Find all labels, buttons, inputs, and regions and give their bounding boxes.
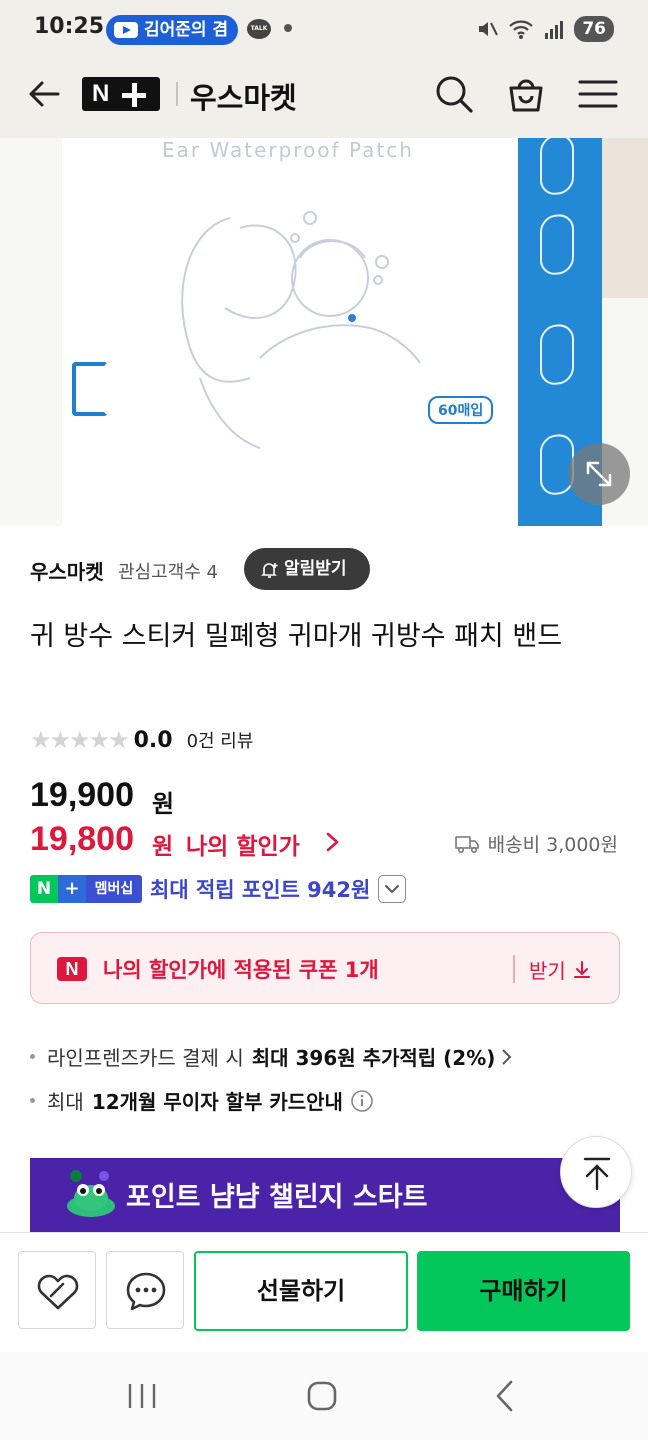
card-benefit-prefix: 라인프렌즈카드 결제 시 — [47, 1046, 244, 1070]
review-count[interactable]: 0건 리뷰 — [187, 727, 254, 753]
menu-icon[interactable] — [576, 72, 620, 116]
image-background — [598, 138, 648, 298]
feature-icon — [540, 138, 574, 197]
system-navigation-bar — [0, 1352, 648, 1440]
heart-link-icon — [37, 1274, 79, 1310]
notification-pill[interactable]: 김어준의 겸 — [106, 15, 238, 45]
naver-plus-logo[interactable]: N — [82, 77, 160, 111]
bottom-action-bar: 선물하기 구매하기 — [0, 1232, 648, 1352]
chevron-right-icon[interactable] — [322, 831, 342, 853]
kc-mark-icon — [72, 362, 108, 416]
arrow-up-icon — [583, 1157, 611, 1191]
sale-price: 19,800 — [30, 820, 134, 858]
points-expand-toggle[interactable] — [378, 875, 407, 903]
badge-n: N — [30, 875, 58, 903]
notification-pill-label: 김어준의 겸 — [144, 20, 229, 40]
logo-n: N — [92, 80, 110, 107]
recent-apps-icon[interactable] — [122, 1378, 162, 1414]
card-benefit-line[interactable]: 라인프렌즈카드 결제 시 최대 396원 추가적립 (2%) — [30, 1042, 515, 1071]
coupon-receive-label: 받기 — [529, 959, 566, 983]
max-points-text: 최대 적립 포인트 942원 — [150, 878, 371, 902]
installment-prefix: 최대 — [47, 1090, 84, 1114]
expand-image-button[interactable] — [568, 443, 630, 505]
truck-icon — [454, 835, 479, 853]
product-image[interactable]: Ear Waterproof Patch 60매입 — [0, 138, 648, 526]
naver-plus-membership-badge: N + 멤버십 — [30, 875, 142, 903]
alarm-subscribe-button[interactable]: 알림받기 — [244, 548, 370, 590]
header-divider — [176, 82, 178, 106]
coupon-receive-button[interactable]: 받기 — [529, 955, 592, 984]
info-icon[interactable] — [349, 1088, 375, 1114]
wifi-icon — [509, 20, 534, 39]
expand-icon — [586, 461, 612, 487]
rating-score: 0.0 — [133, 727, 173, 753]
coupon-divider — [513, 955, 515, 983]
bullet — [30, 1054, 35, 1059]
status-icons: 76 — [476, 14, 614, 44]
youtube-icon — [114, 22, 138, 38]
feature-icon — [540, 323, 574, 387]
wishlist-button[interactable] — [18, 1251, 96, 1329]
download-icon — [573, 960, 590, 978]
seller-name[interactable]: 우스마켓 — [30, 556, 104, 585]
more-notifications-dot — [284, 24, 292, 32]
shipping-fee-label: 배송비 3,000원 — [487, 834, 618, 856]
sale-price-unit: 원 — [152, 834, 174, 860]
installment-highlight: 12개월 무이자 할부 카드안내 — [91, 1090, 343, 1114]
mute-icon — [479, 22, 499, 36]
follower-count: 관심고객수 4 — [118, 562, 218, 583]
installment-benefit-line[interactable]: 최대 12개월 무이자 할부 카드안내 — [30, 1086, 375, 1115]
chevron-down-icon — [385, 885, 400, 894]
my-discount-link[interactable]: 나의 할인가 — [186, 827, 300, 861]
shopping-bag-icon[interactable] — [504, 72, 548, 116]
rating-row[interactable]: ★★★★★ 0.0 0건 리뷰 — [30, 725, 253, 755]
scroll-to-top-button[interactable] — [560, 1136, 632, 1208]
card-benefit-highlight: 최대 396원 추가적립 (2%) — [251, 1046, 496, 1070]
original-price-unit: 원 — [152, 790, 175, 818]
store-name[interactable]: 우스마켓 — [190, 75, 297, 117]
bell-plus-icon — [261, 563, 278, 578]
chevron-right-icon — [502, 1048, 512, 1065]
shipping-fee: 배송비 3,000원 — [454, 830, 618, 857]
home-icon[interactable] — [302, 1378, 342, 1414]
star-rating-icon: ★★★★★ — [30, 726, 130, 754]
gift-button[interactable]: 선물하기 — [194, 1251, 408, 1331]
back-nav-icon[interactable] — [486, 1378, 526, 1414]
frog-mascot-icon — [67, 1170, 115, 1217]
badge-label: 멤버십 — [86, 875, 142, 903]
talktalk-inquiry-button[interactable] — [106, 1251, 184, 1329]
point-challenge-banner[interactable]: 포인트 냠냠 챌린지 스타트 — [30, 1158, 620, 1232]
kakaotalk-icon: TALK — [247, 19, 271, 39]
original-price: 19,900 — [30, 776, 134, 814]
banner-text: 포인트 냠냠 챌린지 스타트 — [126, 1182, 428, 1213]
badge-plus: + — [58, 875, 86, 903]
signal-icon — [545, 21, 564, 39]
plus-icon — [122, 83, 146, 107]
buy-button[interactable]: 구매하기 — [417, 1251, 630, 1331]
status-time: 10:25 — [34, 14, 105, 39]
box-count-badge: 60매입 — [428, 396, 494, 424]
membership-points-row[interactable]: N + 멤버십 최대 적립 포인트 942원 — [30, 874, 407, 904]
bullet — [30, 1098, 35, 1103]
search-icon[interactable] — [432, 72, 476, 116]
battery-icon: 76 — [574, 16, 614, 42]
mother-child-illustration — [181, 211, 420, 449]
coupon-text: 나의 할인가에 적용된 쿠폰 1개 — [103, 958, 379, 982]
product-title: 귀 방수 스티커 밀폐형 귀마개 귀방수 패치 밴드 — [30, 621, 563, 652]
back-arrow-icon[interactable] — [24, 74, 64, 114]
app-header: N 우스마켓 — [0, 48, 648, 140]
naver-n-icon: N — [57, 957, 87, 981]
box-caption: Ear Waterproof Patch — [162, 138, 414, 162]
chat-bubble-icon — [126, 1272, 166, 1311]
alarm-label: 알림받기 — [284, 559, 347, 579]
coupon-box[interactable]: N 나의 할인가에 적용된 쿠폰 1개 받기 — [30, 932, 620, 1004]
feature-icon — [540, 213, 574, 277]
